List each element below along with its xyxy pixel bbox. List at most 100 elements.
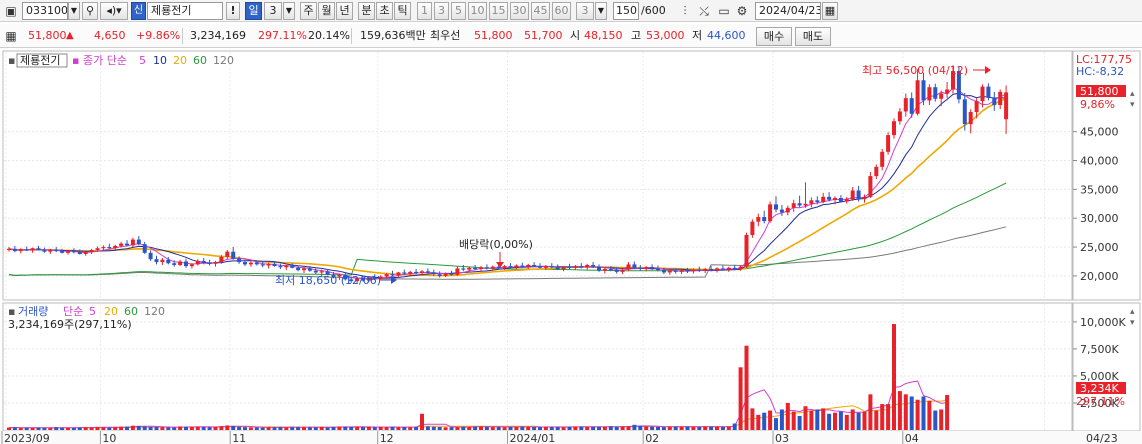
stock-code-input[interactable]: 033100 <box>22 2 68 20</box>
buy-button[interactable]: 매수 <box>756 27 792 46</box>
trade-amount: 159,636백만 <box>360 29 426 42</box>
volume-bar <box>768 410 773 430</box>
period-num-field[interactable]: 3 <box>264 2 282 20</box>
volume-bar <box>756 414 761 430</box>
volume-bar <box>136 425 141 430</box>
candle-body <box>921 80 926 101</box>
volume-bar <box>597 426 601 430</box>
volume-bar <box>927 400 932 430</box>
price-scroll-up-icon[interactable]: ▴ <box>1130 89 1135 99</box>
candle-body <box>785 207 790 213</box>
volume-bar <box>201 427 206 430</box>
volume-bar <box>449 427 454 430</box>
crosshair-icon[interactable]: ⤯ <box>696 3 712 19</box>
volume-bar <box>372 427 377 430</box>
candle-body <box>597 266 601 271</box>
period-dropdown-icon[interactable]: ▼ <box>283 2 295 20</box>
period-year-button[interactable]: 년 <box>336 2 353 20</box>
volume-bar <box>125 426 129 430</box>
date-tick-label: 04 <box>905 432 919 444</box>
candle-body <box>396 272 401 276</box>
volume-icon[interactable]: ◂)▾ <box>100 2 128 20</box>
volume-bar <box>290 427 295 430</box>
sell-button[interactable]: 매도 <box>795 27 831 46</box>
candle-body <box>89 249 94 253</box>
volume-bar <box>225 425 230 430</box>
volume-bar <box>83 427 88 430</box>
interval-1-button[interactable]: 1 <box>417 2 432 20</box>
volume-bar <box>66 427 70 430</box>
candle-body <box>414 271 419 274</box>
period-month-button[interactable]: 월 <box>318 2 335 20</box>
low-price: 44,600 <box>707 29 746 42</box>
candle-body <box>473 267 478 269</box>
grid-icon[interactable]: ▦ <box>3 28 19 44</box>
candle-body <box>862 196 867 200</box>
legend-ma5: 5 <box>139 54 146 67</box>
volume-bar <box>195 426 200 430</box>
date-input[interactable]: 2024/04/23 <box>755 2 821 20</box>
volume-bar <box>231 425 236 430</box>
candle-body <box>130 239 135 246</box>
calendar-icon[interactable]: ▦ <box>822 2 838 20</box>
volume-bar <box>361 427 365 430</box>
candle-body <box>744 234 749 267</box>
interval-45-button[interactable]: 45 <box>531 2 550 20</box>
candle-body <box>307 268 312 271</box>
price-scroll-down-icon[interactable]: ▾ <box>1130 100 1135 110</box>
volume-bar <box>378 426 383 430</box>
search-icon[interactable]: ⚲ <box>82 2 98 20</box>
interval-select[interactable]: 3 <box>576 2 594 20</box>
volume-bar <box>237 426 242 430</box>
volume-bar <box>48 428 53 430</box>
candle-body <box>95 248 100 250</box>
volume-bar <box>691 426 696 430</box>
window-icon[interactable]: ▣ <box>3 3 19 19</box>
period-day-button[interactable]: 일 <box>245 2 262 20</box>
interval-30-button[interactable]: 30 <box>510 2 529 20</box>
volume-legend-name: 거래량 <box>18 305 48 318</box>
volume-bar <box>296 427 301 430</box>
volume-bar <box>526 426 531 430</box>
volume-bar <box>319 426 324 430</box>
volume-bar <box>331 426 336 430</box>
volume-bar <box>107 427 112 430</box>
chart-toolbar: ▣ 033100 ▼ ⚲ ◂)▾ 신 제룡전기 ! 일 3 ▼ 주 월 년 분 … <box>0 0 1142 22</box>
interval-3-button[interactable]: 3 <box>434 2 449 20</box>
legend-ma60: 60 <box>193 54 207 67</box>
interval-15-button[interactable]: 15 <box>489 2 508 20</box>
volume-bar <box>661 427 666 430</box>
period-second-button[interactable]: 초 <box>376 2 393 20</box>
candle-body <box>107 247 112 249</box>
date-tick-label: 02 <box>645 432 659 444</box>
candle-body <box>685 270 690 272</box>
interval-5-button[interactable]: 5 <box>451 2 466 20</box>
volume-bar <box>567 426 572 430</box>
volume-bar <box>248 427 253 430</box>
volume-bar <box>732 423 737 430</box>
price-pane[interactable] <box>2 50 1073 301</box>
volume-scroll-up-icon[interactable]: ▴ <box>1130 307 1135 317</box>
volume-scroll-down-icon[interactable]: ▾ <box>1130 318 1135 328</box>
stock-chart[interactable]: 45,000 40,000 35,000 30,000 25,000 20,000 10,… <box>0 48 1142 444</box>
interval-10-button[interactable]: 10 <box>468 2 487 20</box>
candle-icon[interactable]: ⫶ <box>677 3 693 19</box>
price-legend-name: 제룡전기 <box>20 54 60 67</box>
save-icon[interactable]: ▭ <box>716 3 732 19</box>
volume-bar <box>508 426 513 430</box>
interval-60-button[interactable]: 60 <box>552 2 571 20</box>
price-tag-text: 51,800 <box>1080 85 1119 98</box>
count-input[interactable]: 150 <box>613 2 639 20</box>
interval-dropdown-icon[interactable]: ▼ <box>595 2 607 20</box>
period-minute-button[interactable]: 분 <box>358 2 375 20</box>
stock-name-field[interactable]: 제룡전기 <box>147 2 223 20</box>
info-button[interactable]: ! <box>226 2 240 20</box>
volume-bar <box>284 427 289 430</box>
period-week-button[interactable]: 주 <box>300 2 317 20</box>
period-tick-button[interactable]: 틱 <box>394 2 411 20</box>
candle-body <box>844 199 849 202</box>
candle-body <box>791 203 796 208</box>
code-dropdown-icon[interactable]: ▼ <box>68 2 80 20</box>
volume-bar <box>561 427 566 430</box>
settings-icon[interactable]: ⚙ <box>734 3 750 19</box>
